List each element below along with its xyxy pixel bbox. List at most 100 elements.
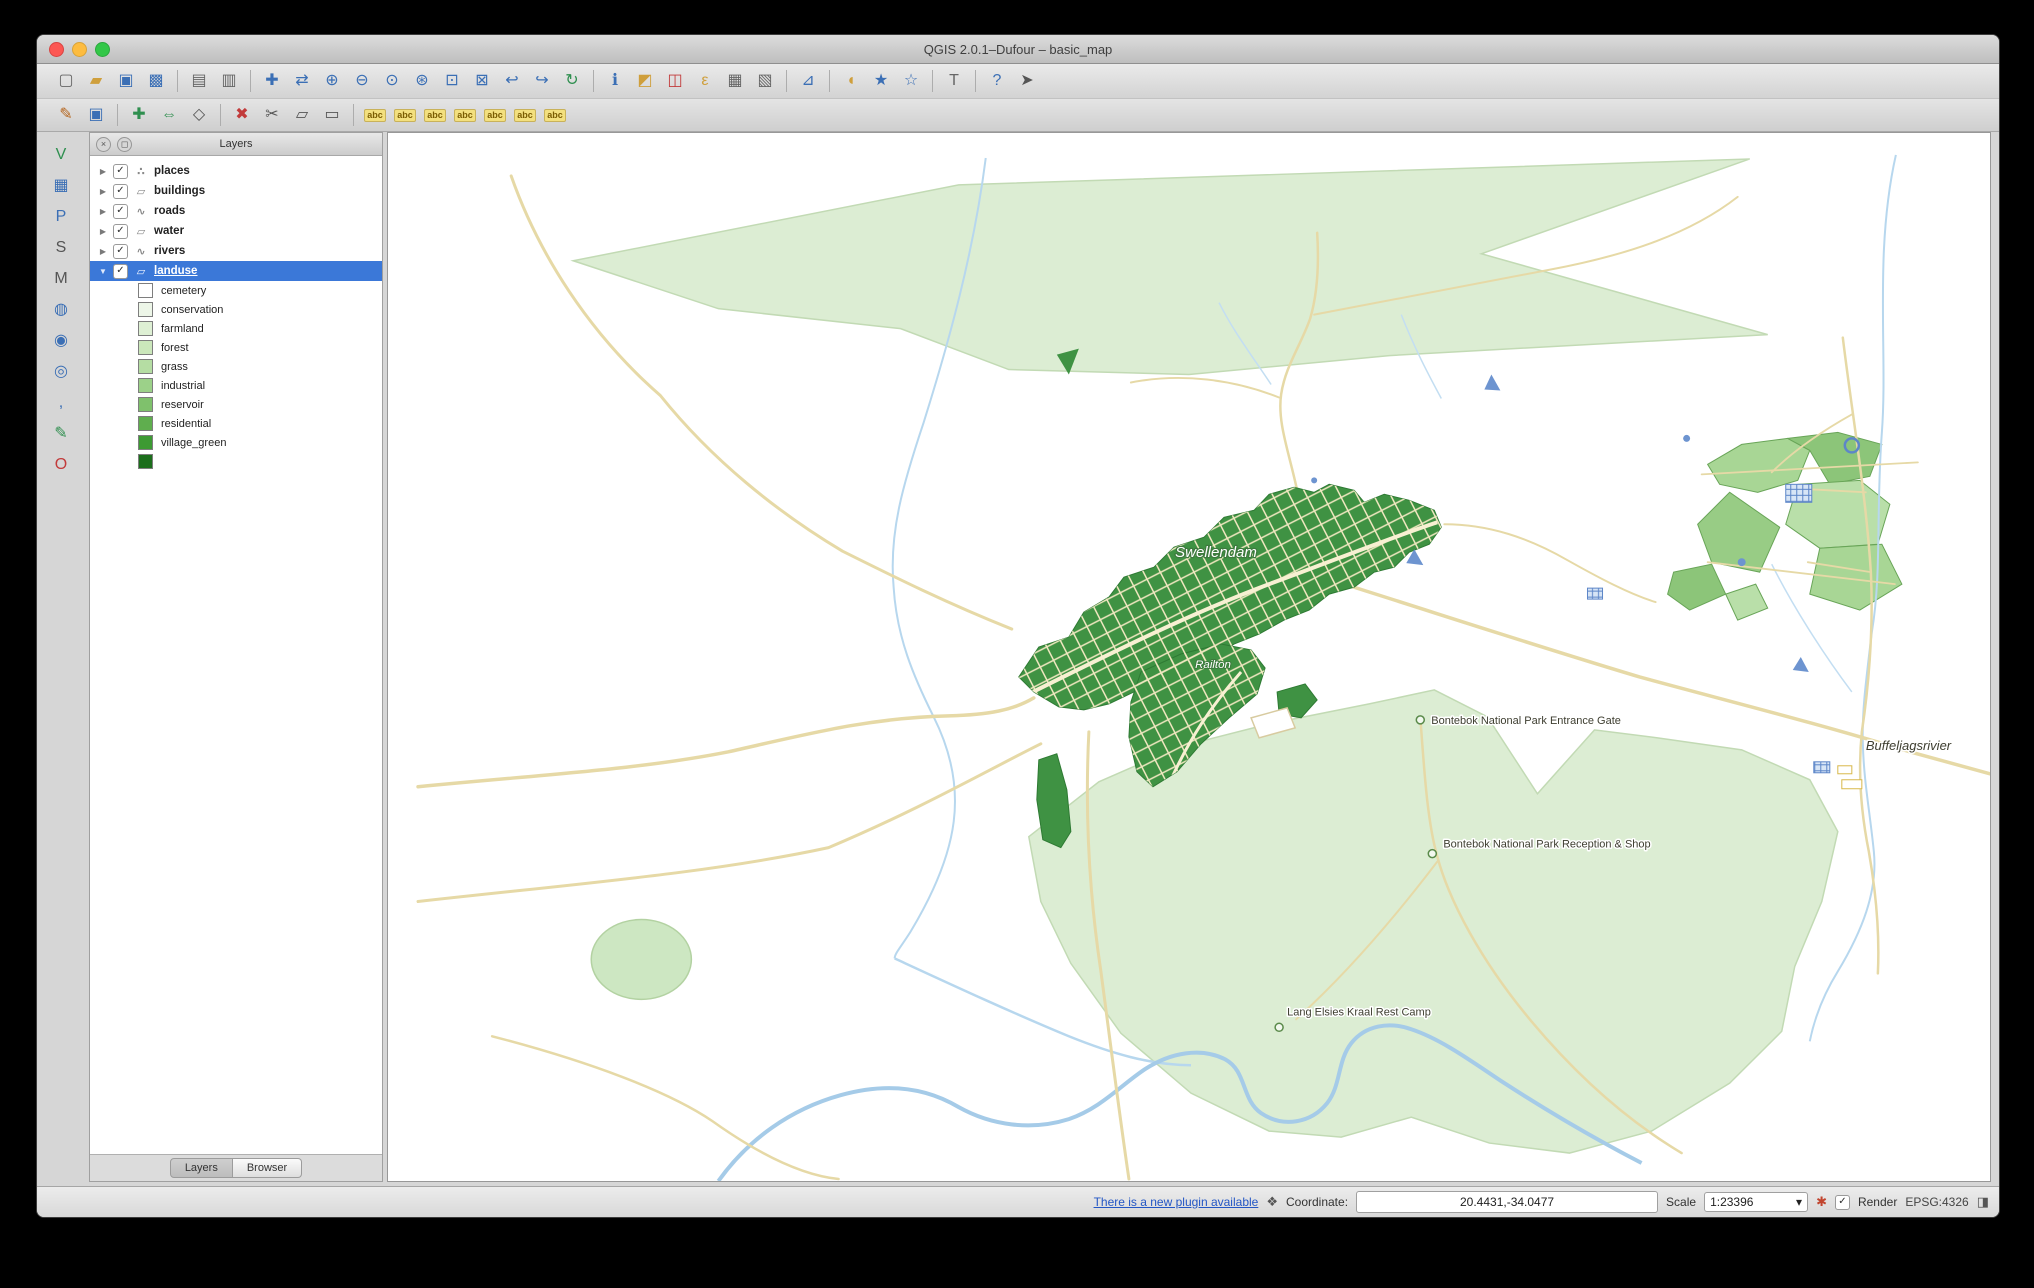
add-wms-layer-button[interactable]: ◍	[46, 297, 76, 323]
zoom-to-layer-button[interactable]: ⊡	[437, 68, 467, 94]
measure-line-button[interactable]: ⊿	[793, 68, 823, 94]
open-attribute-table-icon: ▦	[727, 73, 742, 89]
change-label-properties-button[interactable]: abc	[540, 102, 570, 128]
zoom-in-button[interactable]: ⊕	[317, 68, 347, 94]
highlight-pinned-labels-button[interactable]: abc	[450, 102, 480, 128]
identify-features-button[interactable]: ℹ	[600, 68, 630, 94]
layer-item-rivers[interactable]: ▶✓∿rivers	[90, 241, 382, 261]
zoom-next-button[interactable]: ↪	[527, 68, 557, 94]
add-mssql-layer-button[interactable]: M	[46, 266, 76, 292]
layer-item-places[interactable]: ▶✓∴places	[90, 161, 382, 181]
expand-arrow-icon[interactable]: ▶	[98, 167, 108, 176]
new-shapefile-layer-button[interactable]: ✎	[46, 421, 76, 447]
layer-type-icon: ∿	[133, 205, 149, 218]
coordinate-input[interactable]	[1356, 1191, 1658, 1213]
add-postgis-layer-button[interactable]: P	[46, 204, 76, 230]
open-attribute-table-button[interactable]: ▦	[720, 68, 750, 94]
open-project-button[interactable]: ▰	[81, 68, 111, 94]
toggle-editing-button[interactable]: ✎	[51, 102, 81, 128]
pan-map-button[interactable]: ✚	[257, 68, 287, 94]
show-bookmarks-button[interactable]: ☆	[896, 68, 926, 94]
labeling-options-button[interactable]: abc	[360, 102, 390, 128]
tab-browser[interactable]: Browser	[233, 1158, 302, 1178]
new-print-composer-button[interactable]: ▤	[184, 68, 214, 94]
crs-status-icon[interactable]: ◨	[1977, 1194, 1989, 1210]
plugin-icon[interactable]: ❖	[1266, 1194, 1278, 1210]
pan-to-selection-icon: ⇄	[295, 73, 308, 89]
delete-selected-button[interactable]: ✖	[227, 102, 257, 128]
layer-visibility-checkbox[interactable]: ✓	[113, 264, 128, 279]
deselect-features-button[interactable]: ◫	[660, 68, 690, 94]
minimize-window-button[interactable]	[72, 42, 87, 57]
layer-item-buildings[interactable]: ▶✓▱buildings	[90, 181, 382, 201]
new-project-button[interactable]: ▢	[51, 68, 81, 94]
add-feature-button[interactable]: ✚	[124, 102, 154, 128]
copy-features-button[interactable]: ▱	[287, 102, 317, 128]
conservation-polygon-north	[573, 159, 1767, 375]
map-canvas[interactable]: Swellendam Railton Bontebok National Par…	[387, 132, 1991, 1182]
layer-visibility-checkbox[interactable]: ✓	[113, 164, 128, 179]
save-layer-edits-button[interactable]: ▣	[81, 102, 111, 128]
layer-item-landuse[interactable]: ▼✓▱landuse	[90, 261, 382, 281]
layer-visibility-checkbox[interactable]: ✓	[113, 184, 128, 199]
title-bar[interactable]: QGIS 2.0.1–Dufour – basic_map	[37, 35, 1999, 64]
select-features-button[interactable]: ◩	[630, 68, 660, 94]
refresh-map-button[interactable]: ↻	[557, 68, 587, 94]
add-delimited-text-layer-button[interactable]: ,	[46, 390, 76, 416]
stop-render-icon[interactable]: ✱	[1816, 1194, 1827, 1210]
add-spatialite-layer-button[interactable]: S	[46, 235, 76, 261]
add-vector-layer-icon: V	[56, 147, 67, 163]
zoom-window-button[interactable]	[95, 42, 110, 57]
add-raster-layer-button[interactable]: ▦	[46, 173, 76, 199]
legend-item-industrial: industrial	[90, 376, 382, 395]
paste-features-button[interactable]: ▭	[317, 102, 347, 128]
tab-layers[interactable]: Layers	[170, 1158, 233, 1178]
expand-arrow-icon[interactable]: ▶	[98, 247, 108, 256]
save-project-button[interactable]: ▣	[111, 68, 141, 94]
select-by-expression-button[interactable]: ε	[690, 68, 720, 94]
move-feature-button[interactable]: ⇔	[154, 102, 184, 128]
pin-labels-button[interactable]: abc	[420, 102, 450, 128]
scale-combo[interactable]: 1:23396 ▾	[1704, 1192, 1808, 1212]
status-bar: There is a new plugin available ❖ Coordi…	[37, 1186, 1999, 1217]
expand-arrow-icon[interactable]: ▶	[98, 227, 108, 236]
help-contents-button[interactable]: ?	[982, 68, 1012, 94]
field-calculator-button[interactable]: ▧	[750, 68, 780, 94]
zoom-full-extent-button[interactable]: ⊛	[407, 68, 437, 94]
zoom-last-button[interactable]: ↩	[497, 68, 527, 94]
expand-arrow-icon[interactable]: ▶	[98, 187, 108, 196]
rotate-label-button[interactable]: abc	[510, 102, 540, 128]
layer-item-roads[interactable]: ▶✓∿roads	[90, 201, 382, 221]
map-tips-button[interactable]: ◖	[836, 68, 866, 94]
add-wfs-layer-button[interactable]: ◎	[46, 359, 76, 385]
close-window-button[interactable]	[49, 42, 64, 57]
layers-panel-header: × ◻ Layers	[90, 133, 382, 156]
layer-visibility-checkbox[interactable]: ✓	[113, 244, 128, 259]
expand-arrow-icon[interactable]: ▶	[98, 207, 108, 216]
add-vector-layer-button[interactable]: V	[46, 142, 76, 168]
move-label-button[interactable]: abc	[480, 102, 510, 128]
add-wcs-layer-button[interactable]: ◉	[46, 328, 76, 354]
render-checkbox[interactable]: ✓	[1835, 1195, 1850, 1210]
add-oracle-layer-button[interactable]: O	[46, 452, 76, 478]
pan-to-selection-button[interactable]: ⇄	[287, 68, 317, 94]
layer-visibility-checkbox[interactable]: ✓	[113, 224, 128, 239]
save-project-as-button[interactable]: ▩	[141, 68, 171, 94]
cut-features-button[interactable]: ✂	[257, 102, 287, 128]
zoom-actual-size-icon: ⊙	[385, 73, 398, 89]
zoom-actual-size-button[interactable]: ⊙	[377, 68, 407, 94]
zoom-to-selection-button[interactable]: ⊠	[467, 68, 497, 94]
zoom-out-button[interactable]: ⊖	[347, 68, 377, 94]
delete-selected-icon: ✖	[235, 107, 248, 123]
collapse-arrow-icon[interactable]: ▼	[98, 267, 108, 276]
composer-manager-button[interactable]: ▥	[214, 68, 244, 94]
node-tool-button[interactable]: ◇	[184, 102, 214, 128]
whats-this-button[interactable]: ➤	[1012, 68, 1042, 94]
toggle-editing-icon: ✎	[59, 107, 72, 123]
text-annotation-button[interactable]: T	[939, 68, 969, 94]
layer-visibility-checkbox[interactable]: ✓	[113, 204, 128, 219]
new-bookmark-button[interactable]: ★	[866, 68, 896, 94]
change-label-button[interactable]: abc	[390, 102, 420, 128]
layer-item-water[interactable]: ▶✓▱water	[90, 221, 382, 241]
plugin-available-link[interactable]: There is a new plugin available	[1094, 1195, 1259, 1209]
